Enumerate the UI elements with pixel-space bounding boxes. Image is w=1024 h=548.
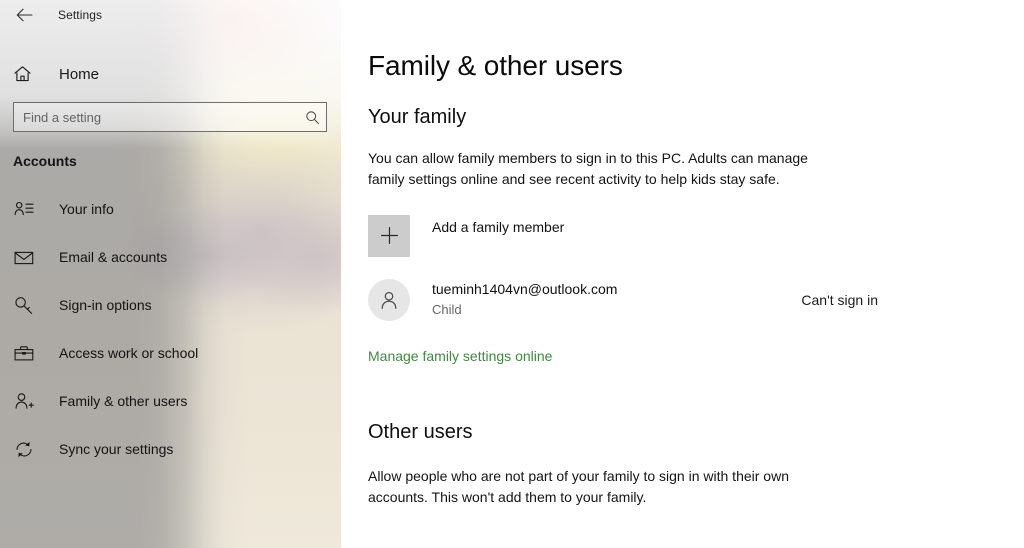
family-member-row[interactable]: tueminh1404vn@outlook.com Child Can't si… — [368, 278, 878, 321]
sidebar-category-header: Accounts — [13, 153, 77, 169]
sidebar-item-email-accounts[interactable]: Email & accounts — [0, 233, 341, 281]
sidebar-item-sign-in-options[interactable]: Sign-in options — [0, 281, 341, 329]
sidebar-item-family-other-users-label: Family & other users — [59, 393, 188, 409]
family-member-info: tueminh1404vn@outlook.com Child — [432, 280, 787, 319]
sidebar-item-family-other-users[interactable]: Family & other users — [0, 377, 341, 425]
search-input[interactable] — [14, 109, 298, 125]
user-add-icon — [13, 390, 35, 412]
app-title: Settings — [58, 8, 103, 22]
sidebar-item-your-info-label: Your info — [59, 201, 114, 217]
search-box[interactable] — [13, 102, 327, 132]
back-button[interactable] — [10, 2, 38, 28]
family-member-status: Can't sign in — [801, 291, 878, 308]
briefcase-icon — [13, 342, 35, 364]
sidebar-item-sync-your-settings[interactable]: Sync your settings — [0, 425, 341, 473]
sidebar-item-sync-your-settings-label: Sync your settings — [59, 441, 174, 457]
home-icon — [13, 65, 37, 83]
search-icon[interactable] — [298, 110, 326, 125]
sidebar-item-access-work-or-school-label: Access work or school — [59, 345, 199, 361]
sidebar: Settings Home Find a setting Accounts Yo… — [0, 0, 341, 548]
add-family-member-label: Add a family member — [432, 218, 565, 235]
sidebar-item-sign-in-options-label: Sign-in options — [59, 297, 152, 313]
plus-icon — [368, 214, 410, 257]
sidebar-item-home-label: Home — [59, 65, 100, 83]
sidebar-item-access-work-or-school[interactable]: Access work or school — [0, 329, 341, 377]
key-icon — [13, 294, 35, 316]
main-content: Family & other users Your family You can… — [341, 0, 1024, 548]
other-users-description: Allow people who are not part of your fa… — [368, 467, 789, 505]
person-avatar-icon — [368, 278, 410, 321]
sidebar-item-email-accounts-label: Email & accounts — [59, 249, 168, 265]
title-bar: Settings — [0, 0, 341, 30]
sidebar-item-home[interactable]: Home — [0, 54, 341, 94]
back-arrow-icon — [16, 8, 33, 22]
other-users-heading: Other users — [368, 420, 473, 443]
envelope-icon — [13, 246, 35, 268]
user-info-icon — [13, 198, 35, 220]
your-family-description: You can allow family members to sign in … — [368, 149, 808, 187]
add-family-member-button[interactable]: Add a family member — [368, 214, 1024, 257]
page-title: Family & other users — [368, 50, 623, 81]
sync-icon — [13, 438, 35, 460]
sidebar-item-your-info[interactable]: Your info — [0, 185, 341, 233]
sidebar-nav-list: Your info Email & accounts Sign-in optio… — [0, 185, 341, 473]
manage-family-settings-link[interactable]: Manage family settings online — [368, 348, 552, 364]
settings-window: Settings Home Find a setting Accounts Yo… — [0, 0, 1024, 548]
family-member-email: tueminh1404vn@outlook.com — [432, 281, 618, 298]
your-family-heading: Your family — [368, 105, 467, 128]
family-member-role: Child — [432, 302, 462, 318]
